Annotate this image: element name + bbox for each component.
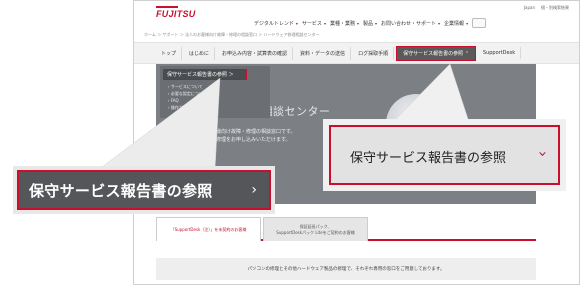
local-nav-estimate[interactable]: お申込み内容・試算表の確認 xyxy=(217,46,294,60)
callout-left-zoom[interactable]: 保守サービス報告書の参照 › xyxy=(17,170,271,210)
search-box[interactable] xyxy=(472,18,487,28)
callout-right-label: 保守サービス報告書の参照 xyxy=(350,151,507,166)
utility-link[interactable]: 個・別検索結果 xyxy=(541,5,569,11)
tab-contract[interactable]: 保証延長パック、 SupportDeskパック Liteをご契約のお客様 xyxy=(263,217,368,241)
local-nav-top[interactable]: トップ xyxy=(156,46,183,60)
chevron-down-icon: › xyxy=(534,151,552,157)
local-nav-send-data[interactable]: 資料・データの送信 xyxy=(295,46,352,60)
chevron-down-icon: ▾ xyxy=(438,20,441,26)
utility-links: Japan 個・別検索結果 xyxy=(524,5,569,11)
dropdown-item[interactable]: › 必要な設定について xyxy=(168,90,207,97)
fujitsu-logo[interactable]: FUJITSU xyxy=(156,6,196,19)
stage: { "page": { "logo_text": "FUJITSU", "uti… xyxy=(0,0,580,285)
chevron-right-icon: › xyxy=(251,182,257,198)
gnav-item[interactable]: デジタルトレンド ▾ xyxy=(254,20,298,27)
gnav-item[interactable]: お問い合わせ・サポート ▾ xyxy=(381,20,440,27)
local-nav-report[interactable]: 保守サービス報告書の参照 ⌃ xyxy=(396,45,476,61)
chevron-down-icon: ▾ xyxy=(323,20,326,26)
hero-description: 本サイトは、法人のお客様向け故障・修理の相談窓口です。 当社ハードウェア製品の修… xyxy=(161,129,296,143)
dropdown-item[interactable]: › 操作ガイド xyxy=(168,104,207,111)
callout-right-zoom[interactable]: 保守サービス報告書の参照 › xyxy=(329,125,560,185)
dropdown-item[interactable]: › FAQ xyxy=(168,97,207,104)
dropdown-heading-link[interactable]: 保守サービス報告書の参照 ＞ xyxy=(163,69,247,80)
utility-link[interactable]: Japan xyxy=(524,5,535,11)
tab-non-contract[interactable]: 「SupportDesk（注）」を未契約のお客様 xyxy=(156,217,261,241)
local-nav-supportdesk[interactable]: SupportDesk xyxy=(478,47,522,59)
gnav-item[interactable]: 企業情報 ▾ xyxy=(444,20,468,27)
local-nav-intro[interactable]: はじめに xyxy=(184,46,216,60)
chevron-up-icon: ⌃ xyxy=(464,50,469,57)
chevron-down-icon: ▾ xyxy=(375,20,378,26)
dropdown-list: › サービスについて › 必要な設定について › FAQ › 操作ガイド xyxy=(168,83,207,111)
local-nav: トップ はじめに お申込み内容・試算表の確認 資料・データの送信 ログ採取手順 … xyxy=(134,42,579,64)
chevron-down-icon: ▾ xyxy=(466,20,469,26)
global-nav: デジタルトレンド ▾ サービス ▾ 業種・業務 ▾ 製品 ▾ お問い合わせ・サポート ▾ … xyxy=(254,18,487,28)
gnav-item[interactable]: 製品 ▾ xyxy=(363,20,377,27)
report-dropdown: 保守サービス報告書の参照 ＞ › サービスについて › 必要な設定について › … xyxy=(160,66,270,118)
chevron-down-icon: ▾ xyxy=(356,20,359,26)
breadcrumb: ホーム ＞ サポート ＞ 法人のお客様向け故障・修理の相談窓口 ＞ ハードウェア… xyxy=(144,32,320,37)
customer-tabs: 「SupportDesk（注）」を未契約のお客様 保証延長パック、 Support… xyxy=(156,217,536,241)
dropdown-item[interactable]: › サービスについて xyxy=(168,83,207,90)
notice-text: パソコンの修理とその他ハードウェア製品の修理で、それぞれ専用の窓口をご用意してお… xyxy=(156,258,536,280)
chevron-down-icon: ▾ xyxy=(295,20,298,26)
callout-left-label: 保守サービス報告書の参照 xyxy=(29,182,213,200)
local-nav-log[interactable]: ログ採取手順 xyxy=(353,46,395,60)
gnav-item[interactable]: サービス ▾ xyxy=(302,20,326,27)
gnav-item[interactable]: 業種・業務 ▾ xyxy=(330,20,359,27)
